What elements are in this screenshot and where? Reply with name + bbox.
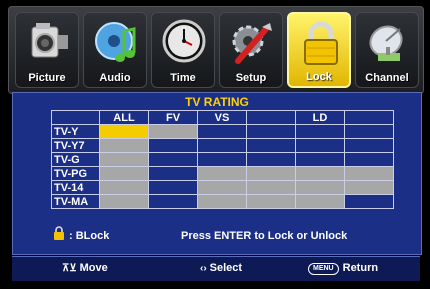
hint-return-label: Return	[342, 262, 379, 274]
menu-key-icon: MENU	[308, 263, 339, 275]
rating-cell-locked[interactable]	[246, 166, 296, 181]
hint-move-label: Move	[79, 262, 108, 274]
rating-cell-locked[interactable]	[148, 124, 198, 139]
menu-tab-bar: Picture Audio Time Setup Lock Channel	[8, 6, 424, 94]
camera-icon	[31, 23, 68, 58]
hint-return: MENU Return	[308, 262, 378, 275]
row-label: TV-PG	[51, 166, 100, 181]
up-down-arrows-icon: ⊼⊻	[62, 263, 77, 274]
rating-cell[interactable]	[344, 194, 394, 209]
tab-label: Audio	[99, 72, 131, 84]
rating-grid: ALL FV VS LD TV-Y TV-Y7 TV-G TV-PG TV-14…	[51, 110, 394, 209]
clock-icon	[162, 19, 206, 63]
row-label: TV-Y	[51, 124, 100, 139]
rating-cell-locked[interactable]	[197, 166, 247, 181]
tab-label: Picture	[28, 72, 66, 84]
hint-move: ⊼⊻ Move	[62, 262, 108, 274]
column-header: LD	[295, 110, 345, 125]
tv-osd-screen: Picture Audio Time Setup Lock Channel TV…	[0, 0, 430, 289]
rating-cell[interactable]	[295, 152, 345, 167]
tab-setup[interactable]: Setup	[219, 12, 283, 88]
rating-row: TV-G	[51, 152, 394, 167]
column-header: VS	[197, 110, 247, 125]
column-header	[246, 110, 296, 125]
rating-cell-locked[interactable]	[197, 194, 247, 209]
rating-cell[interactable]	[148, 180, 198, 195]
rating-cell-locked[interactable]	[246, 180, 296, 195]
tab-channel[interactable]: Channel	[355, 12, 419, 88]
rating-cell[interactable]	[148, 194, 198, 209]
row-label: TV-MA	[51, 194, 100, 209]
row-label: TV-G	[51, 152, 100, 167]
rating-cell[interactable]	[246, 152, 296, 167]
rating-row: TV-14	[51, 180, 394, 195]
padlock-icon	[304, 21, 338, 65]
row-label: TV-14	[51, 180, 100, 195]
tv-rating-panel: TV RATING ALL FV VS LD TV-Y TV-Y7 TV-G T…	[12, 92, 422, 255]
column-header: ALL	[99, 110, 149, 125]
tab-label: Channel	[365, 72, 409, 84]
row-label: TV-Y7	[51, 138, 100, 153]
rating-cell-locked[interactable]	[99, 166, 149, 181]
tab-audio[interactable]: Audio	[83, 12, 147, 88]
rating-cell-locked[interactable]	[99, 152, 149, 167]
rating-cell-locked[interactable]	[295, 194, 345, 209]
header-corner	[51, 110, 100, 125]
rating-cell-selected[interactable]	[99, 124, 149, 139]
rating-cell-locked[interactable]	[99, 194, 149, 209]
rating-cell[interactable]	[148, 166, 198, 181]
tab-label: Time	[170, 72, 196, 84]
rating-cell[interactable]	[148, 138, 198, 153]
tab-picture[interactable]: Picture	[15, 12, 79, 88]
rating-cell-locked[interactable]	[99, 138, 149, 153]
rating-cell-locked[interactable]	[344, 166, 394, 181]
rating-cell-locked[interactable]	[246, 194, 296, 209]
rating-cell[interactable]	[246, 138, 296, 153]
rating-row: TV-Y	[51, 124, 394, 139]
lock-legend-icon	[54, 226, 64, 240]
tab-label: Lock	[306, 71, 332, 83]
rating-cell-locked[interactable]	[197, 180, 247, 195]
rating-cell-locked[interactable]	[295, 166, 345, 181]
panel-title: TV RATING	[185, 95, 249, 109]
rating-cell[interactable]	[295, 138, 345, 153]
tab-time[interactable]: Time	[151, 12, 215, 88]
rating-cell[interactable]	[148, 152, 198, 167]
tools-icon	[232, 23, 272, 64]
lock-legend-text: : BLock	[69, 230, 110, 242]
rating-cell[interactable]	[344, 124, 394, 139]
rating-row: TV-MA	[51, 194, 394, 209]
tab-label: Setup	[235, 72, 267, 84]
music-note-icon	[95, 22, 136, 62]
rating-cell[interactable]	[246, 124, 296, 139]
rating-row: TV-Y7	[51, 138, 394, 153]
rating-cell[interactable]	[197, 138, 247, 153]
rating-row: TV-PG	[51, 166, 394, 181]
rating-cell[interactable]	[344, 138, 394, 153]
header-row: ALL FV VS LD	[51, 110, 394, 125]
rating-cell[interactable]	[197, 124, 247, 139]
column-header	[344, 110, 394, 125]
hint-select: ‹› Select	[200, 262, 242, 274]
left-right-arrows-icon: ‹›	[200, 263, 207, 274]
column-header: FV	[148, 110, 198, 125]
instruction-text: Press ENTER to Lock or Unlock	[181, 230, 348, 242]
rating-cell[interactable]	[344, 152, 394, 167]
satellite-dish-icon	[369, 25, 403, 61]
hint-select-label: Select	[209, 262, 243, 274]
rating-cell-locked[interactable]	[295, 180, 345, 195]
rating-cell[interactable]	[197, 152, 247, 167]
rating-cell[interactable]	[295, 124, 345, 139]
rating-cell-locked[interactable]	[99, 180, 149, 195]
footer-hint-bar: ⊼⊻ Move ‹› Select MENU Return	[12, 256, 420, 281]
rating-cell-locked[interactable]	[344, 180, 394, 195]
tab-lock[interactable]: Lock	[287, 12, 351, 88]
